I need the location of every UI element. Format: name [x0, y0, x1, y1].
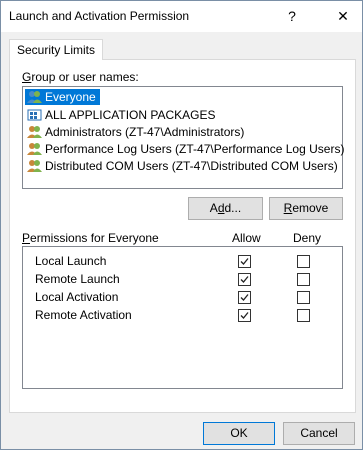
tab-panel: Group or user names: Everyone ALL APPLIC…	[9, 59, 356, 413]
allow-checkbox[interactable]	[238, 291, 251, 304]
permission-name: Remote Launch	[35, 272, 120, 286]
users-group-icon	[27, 90, 42, 104]
help-button[interactable]: ?	[282, 6, 302, 26]
deny-checkbox[interactable]	[297, 255, 310, 268]
packages-icon	[27, 108, 42, 122]
permission-row: Local Launch	[23, 253, 342, 271]
allow-column-header: Allow	[232, 231, 261, 245]
deny-checkbox[interactable]	[297, 309, 310, 322]
close-button[interactable]: ✕	[332, 6, 354, 26]
list-item-all-app-packages[interactable]: ALL APPLICATION PACKAGES	[25, 107, 216, 123]
group-list-label: Group or user names:	[22, 70, 139, 84]
list-item-administrators[interactable]: Administrators (ZT-47\Administrators)	[25, 124, 244, 140]
users-group-icon	[27, 159, 42, 173]
permissions-list: Local Launch Remote Launch Local Activat…	[22, 246, 343, 389]
add-button[interactable]: Add...	[188, 197, 263, 220]
permission-row: Remote Activation	[23, 307, 342, 325]
allow-checkbox[interactable]	[238, 309, 251, 322]
list-item-label: Everyone	[45, 90, 96, 104]
permission-row: Remote Launch	[23, 271, 342, 289]
dialog-window: Launch and Activation Permission ? ✕ Sec…	[0, 0, 363, 450]
permission-name: Local Launch	[35, 254, 107, 268]
list-item-label: ALL APPLICATION PACKAGES	[45, 108, 216, 122]
remove-button[interactable]: Remove	[269, 197, 343, 220]
permission-name: Remote Activation	[35, 308, 132, 322]
deny-column-header: Deny	[293, 231, 322, 245]
list-item-distributed-com-users[interactable]: Distributed COM Users (ZT-47\Distributed…	[25, 158, 338, 174]
list-item-label: Performance Log Users (ZT-47\Performance…	[45, 142, 345, 156]
list-item-label: Distributed COM Users (ZT-47\Distributed…	[45, 159, 338, 173]
allow-checkbox[interactable]	[238, 255, 251, 268]
permissions-header: Permissions for Everyone	[22, 231, 159, 245]
users-group-icon	[27, 142, 42, 156]
deny-checkbox[interactable]	[297, 291, 310, 304]
deny-checkbox[interactable]	[297, 273, 310, 286]
users-group-icon	[27, 125, 42, 139]
ok-button[interactable]: OK	[203, 422, 275, 445]
list-item-label: Administrators (ZT-47\Administrators)	[45, 125, 245, 139]
permission-name: Local Activation	[35, 290, 119, 304]
tab-security-limits[interactable]: Security Limits	[9, 39, 104, 60]
title-bar: Launch and Activation Permission ? ✕	[1, 1, 362, 32]
list-item-performance-log-users[interactable]: Performance Log Users (ZT-47\Performance…	[25, 141, 344, 157]
list-item-everyone[interactable]: Everyone	[25, 89, 100, 105]
allow-checkbox[interactable]	[238, 273, 251, 286]
cancel-button[interactable]: Cancel	[283, 422, 355, 445]
permission-row: Local Activation	[23, 289, 342, 307]
window-title: Launch and Activation Permission	[9, 9, 190, 23]
group-user-list[interactable]: Everyone ALL APPLICATION PACKAGES Admini…	[22, 86, 344, 189]
